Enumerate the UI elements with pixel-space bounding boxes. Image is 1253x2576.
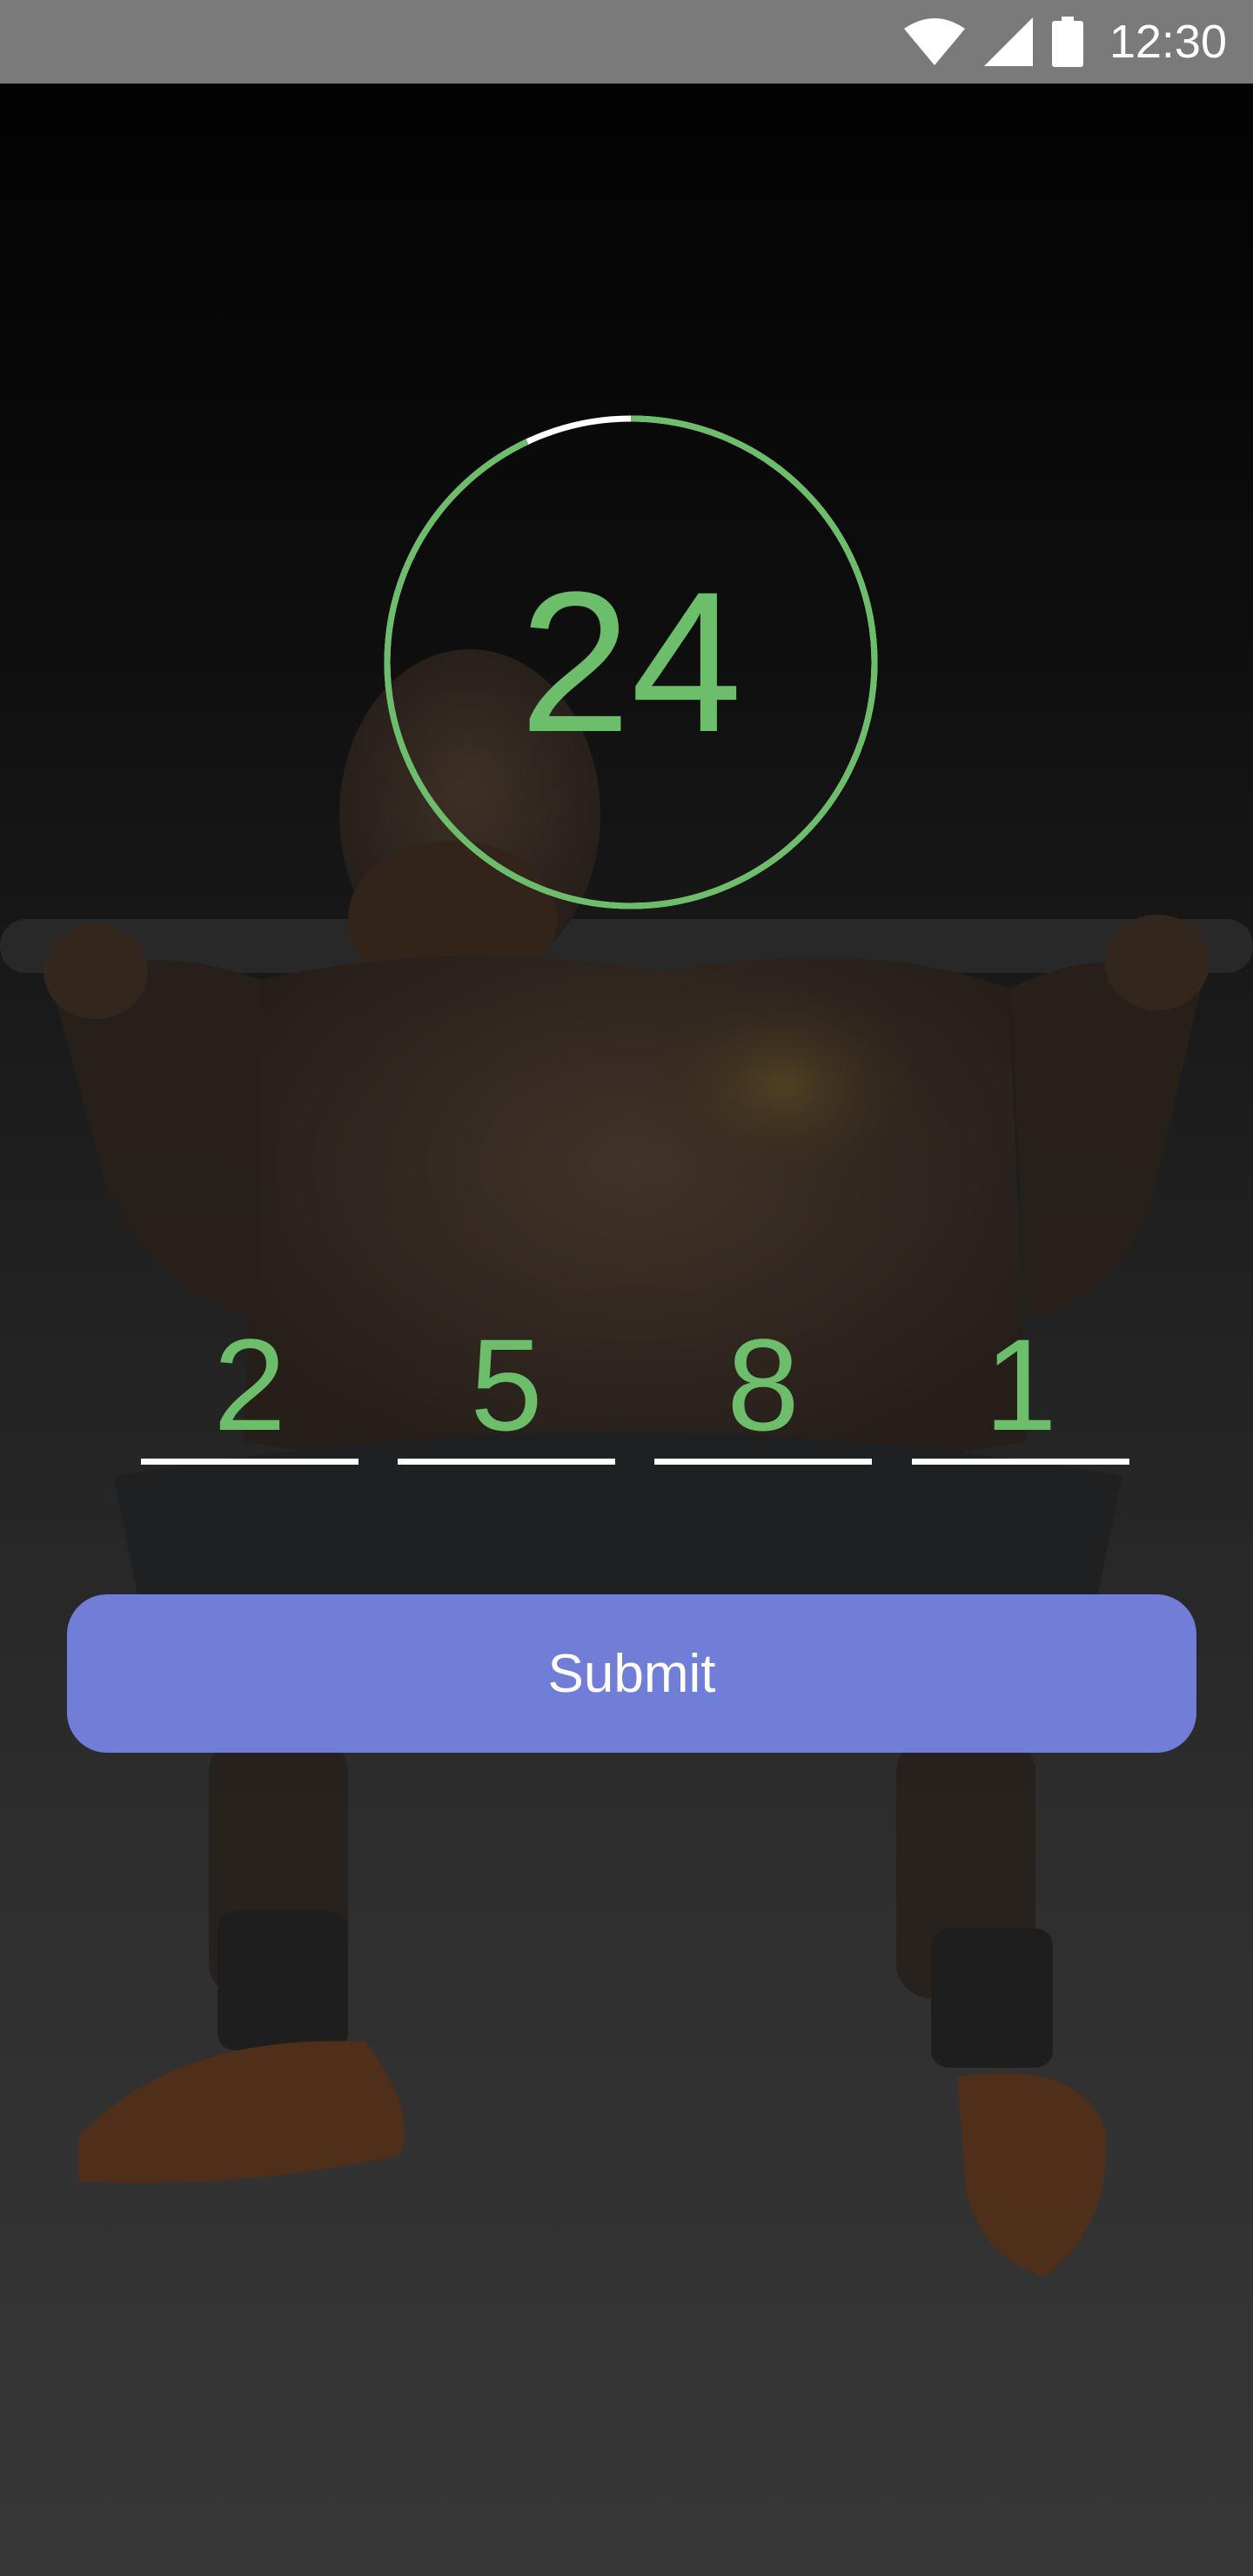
timer-value: 24 [519,550,742,774]
digit-underline [912,1459,1129,1465]
digit-underline [141,1459,358,1465]
code-digit: 2 [213,1311,286,1458]
wifi-icon [903,18,965,65]
cellular-signal-icon [983,17,1033,66]
digit-underline [654,1459,872,1465]
battery-icon [1051,17,1083,67]
code-digit-field-4[interactable]: 1 [912,1311,1129,1476]
status-time: 12:30 [1109,16,1227,68]
code-digit-field-1[interactable]: 2 [141,1311,358,1476]
verification-screen: 24 2 5 8 1 Submit [0,84,1253,2576]
submit-button[interactable]: Submit [67,1594,1196,1753]
code-input-row[interactable]: 2 5 8 1 [141,1311,1129,1476]
code-digit: 5 [470,1311,543,1458]
countdown-timer: 24 [383,414,879,910]
status-icons: 12:30 [903,0,1227,84]
code-digit: 8 [727,1311,800,1458]
digit-underline [398,1459,615,1465]
code-digit: 1 [984,1311,1057,1458]
code-digit-field-3[interactable]: 8 [654,1311,872,1476]
status-bar: 12:30 [0,0,1253,84]
code-digit-field-2[interactable]: 5 [398,1311,615,1476]
